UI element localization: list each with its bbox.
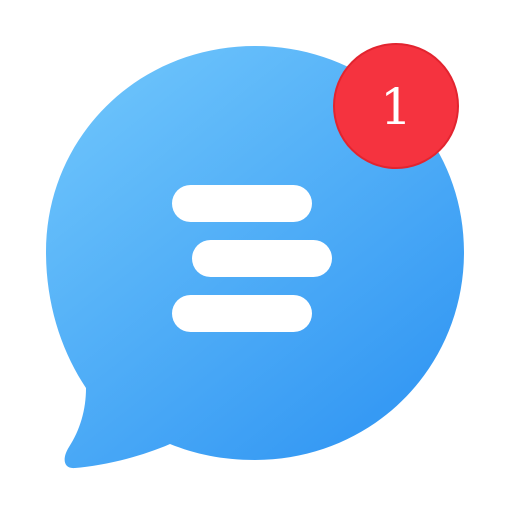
message-line-3: [172, 295, 312, 332]
message-line-2: [192, 240, 332, 277]
notification-badge[interactable]: 1: [333, 43, 459, 169]
message-line-1: [172, 185, 312, 222]
notification-count: 1: [380, 78, 412, 136]
app-icon[interactable]: 1: [0, 0, 512, 512]
app-icon-graphic: 1: [46, 43, 464, 469]
